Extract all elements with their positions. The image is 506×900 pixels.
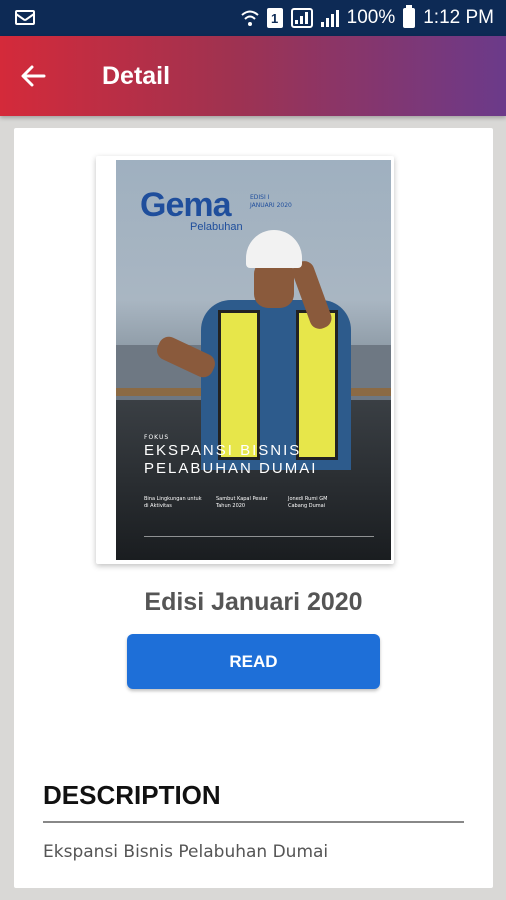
description-heading: DESCRIPTION (43, 780, 221, 810)
sim-icon: 1 (266, 8, 283, 28)
cover-fokus: FOKUS (144, 434, 170, 441)
battery-icon (403, 5, 416, 28)
description-text: Ekspansi Bisnis Pelabuhan Dumai (43, 842, 329, 862)
detail-card: Gema Pelabuhan EDISI I JANUARI 2020 FOKUS… (14, 128, 493, 888)
signal-icon (290, 8, 313, 28)
status-bar: 1 100% 1:12 PM (0, 0, 506, 36)
clock: 1:12 PM (423, 7, 494, 28)
divider (43, 821, 464, 823)
wifi-icon (240, 10, 259, 26)
edition-title: Edisi Januari 2020 (144, 588, 363, 616)
cover-headline: EKSPANSI BISNIS PELABUHAN DUMAI (144, 442, 318, 477)
cover-logo-sub: Pelabuhan (190, 221, 243, 233)
page-title: Detail (102, 62, 171, 90)
battery-percent: 100% (346, 7, 396, 28)
signal-icon (320, 9, 339, 27)
app-bar: Detail (0, 36, 506, 116)
magazine-cover-image[interactable]: Gema Pelabuhan EDISI I JANUARI 2020 FOKUS… (116, 160, 391, 560)
magazine-cover-frame: Gema Pelabuhan EDISI I JANUARI 2020 FOKUS… (96, 156, 394, 564)
arrow-left-icon[interactable] (16, 58, 52, 94)
status-icons: 1 100% 1:12 PM (240, 0, 494, 36)
cover-logo: Gema (140, 186, 231, 224)
read-button[interactable]: READ (127, 634, 380, 689)
mail-icon (15, 10, 35, 25)
